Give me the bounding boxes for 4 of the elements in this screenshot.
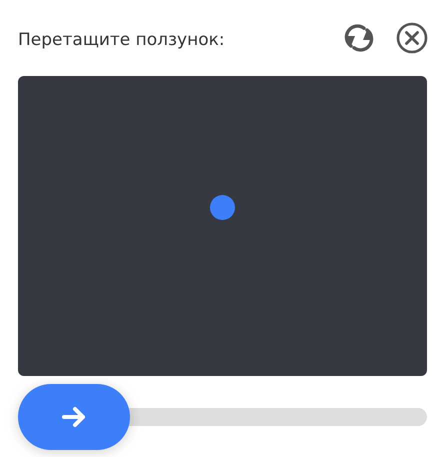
arrow-right-icon bbox=[61, 406, 87, 428]
close-icon[interactable] bbox=[395, 21, 429, 55]
target-dot bbox=[210, 195, 235, 220]
instruction-text: Перетащите ползунок: bbox=[18, 30, 225, 50]
